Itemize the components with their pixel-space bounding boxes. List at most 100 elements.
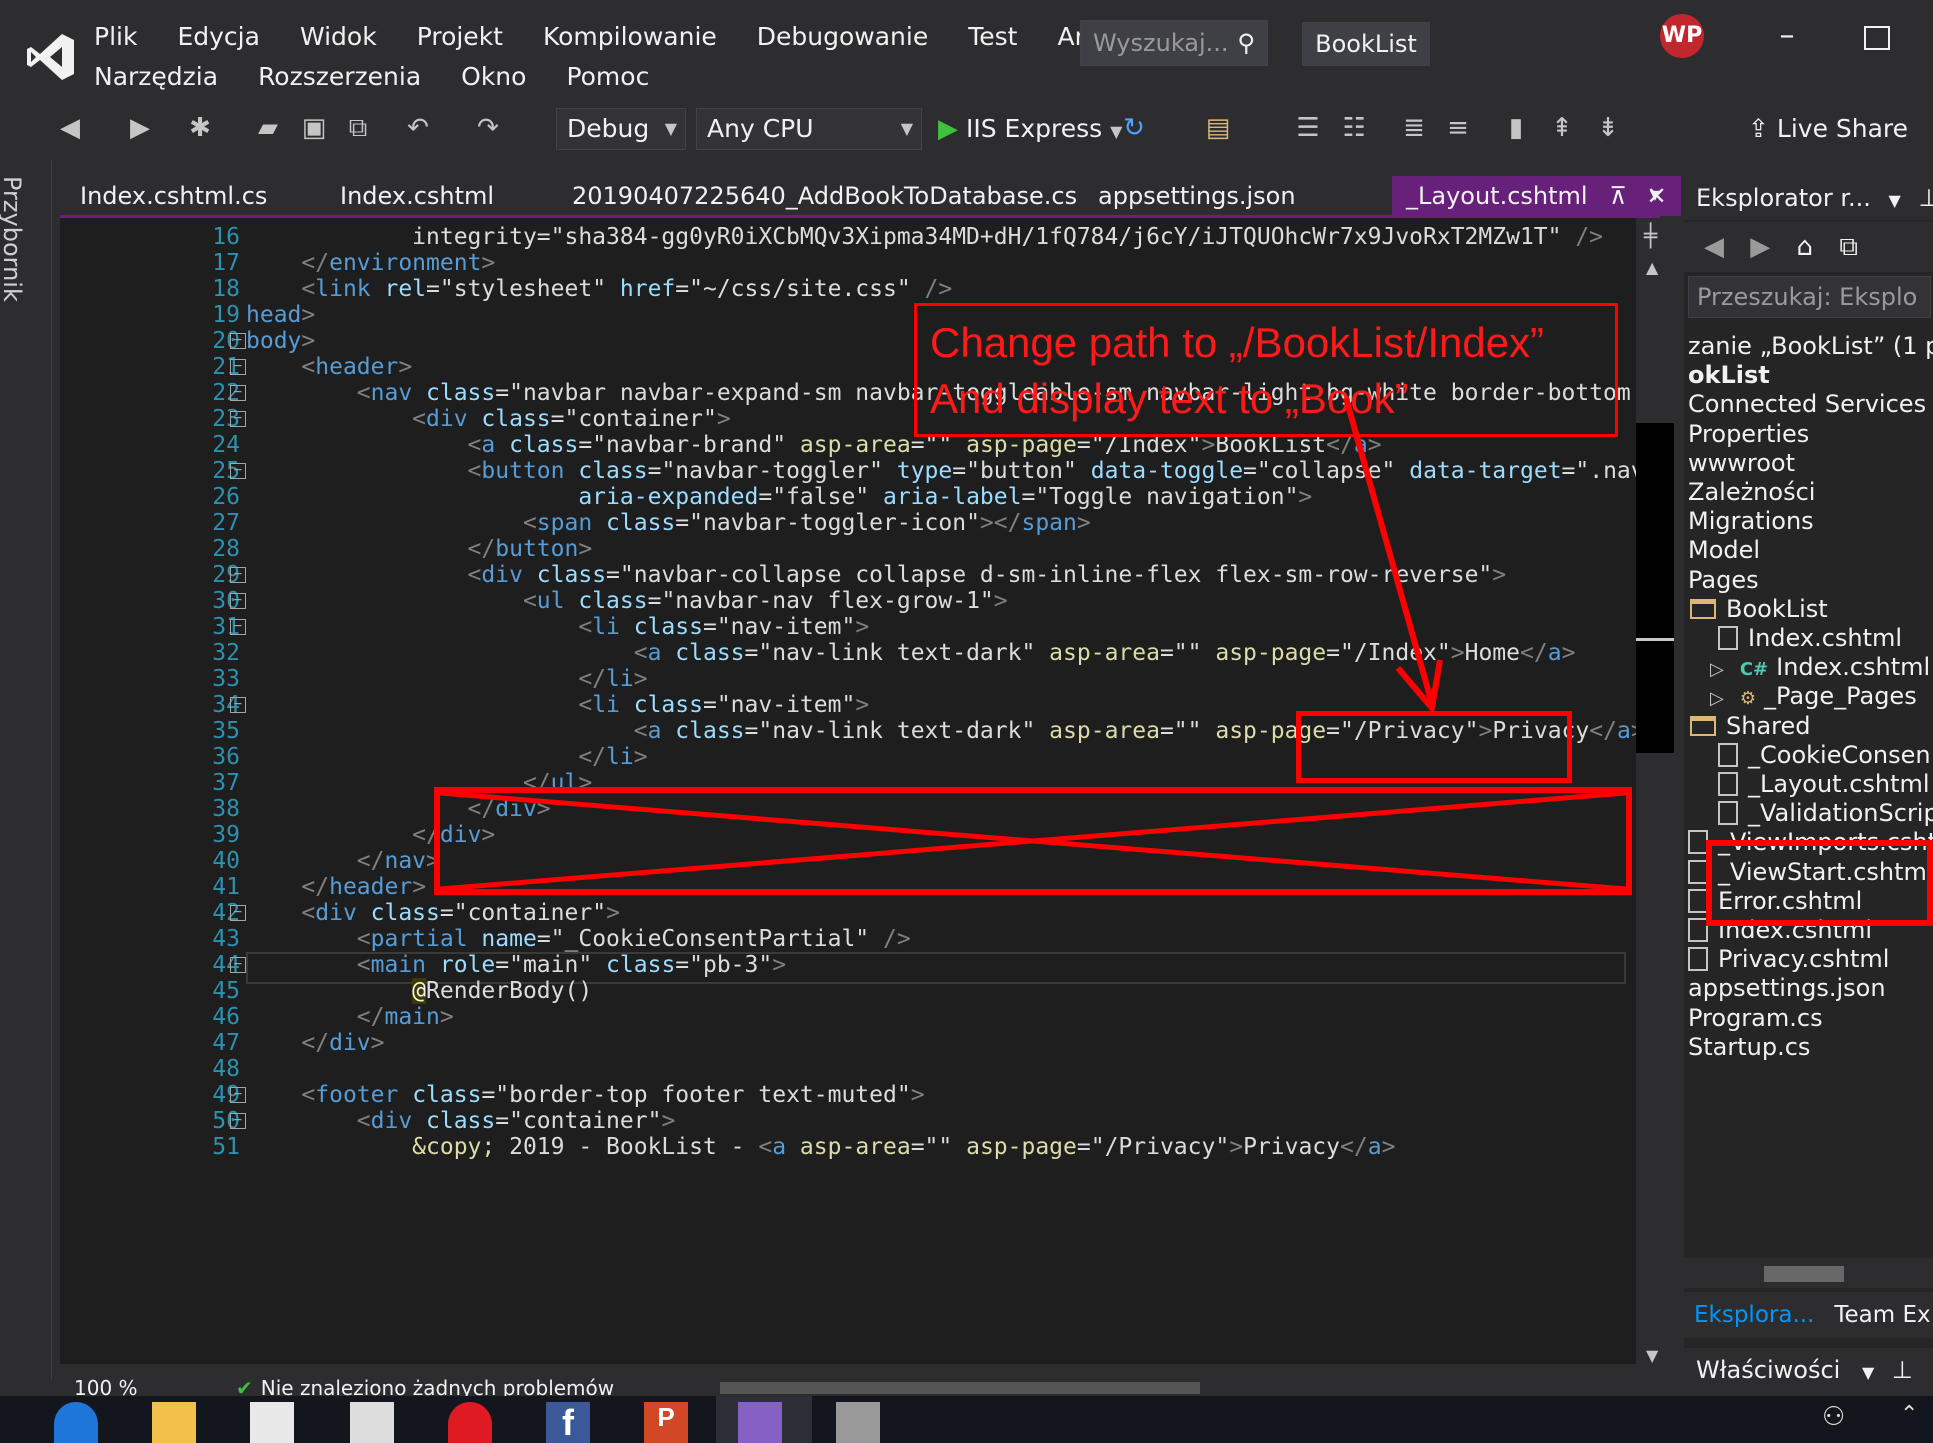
solution-tree-item[interactable]: Program.cs: [1688, 1004, 1823, 1032]
file-explorer-icon[interactable]: [152, 1402, 196, 1443]
tab-team-explorer[interactable]: Team Ex...: [1814, 1302, 1933, 1328]
chevron-down-icon[interactable]: ▼: [1862, 1363, 1874, 1382]
expand-icon[interactable]: ▷: [1710, 659, 1724, 680]
powerpoint-icon[interactable]: P: [644, 1402, 688, 1443]
solution-tree-item[interactable]: Model: [1688, 536, 1760, 564]
menu-item[interactable]: Projekt: [417, 22, 503, 51]
pin-icon[interactable]: ⊥: [1892, 1356, 1913, 1384]
code-line[interactable]: </main>: [246, 1004, 454, 1030]
menu-item[interactable]: Debugowanie: [757, 22, 928, 51]
save-all-icon[interactable]: ⧉: [340, 108, 376, 148]
code-line[interactable]: <div class="container">: [246, 406, 731, 432]
menu-item[interactable]: Okno: [461, 62, 526, 91]
code-line[interactable]: </li>: [246, 666, 647, 692]
live-share-button[interactable]: ⇪ Live Share: [1748, 108, 1908, 150]
code-line[interactable]: head>: [246, 302, 315, 328]
code-line[interactable]: <button class="navbar-toggler" type="but…: [246, 458, 1636, 484]
collapse-icon[interactable]: −: [230, 905, 246, 921]
code-line[interactable]: aria-expanded="false" aria-label="Toggle…: [246, 484, 1312, 510]
solution-tree-item[interactable]: ▷ ⚙ _Page_Pages: [1710, 682, 1917, 710]
solution-tree-item[interactable]: Index.cshtml: [1718, 624, 1902, 652]
scrollbar-thumb[interactable]: [1636, 423, 1674, 753]
collapse-icon[interactable]: −: [230, 567, 246, 583]
tab-layout-cshtml[interactable]: _Layout.cshtml ⊼ ✕: [1392, 176, 1681, 216]
collapse-icon[interactable]: −: [230, 333, 246, 349]
uncomment-icon[interactable]: ≡: [1440, 108, 1476, 148]
menu-item[interactable]: Kompilowanie: [543, 22, 717, 51]
menu-item[interactable]: Pomoc: [566, 62, 649, 91]
code-line[interactable]: <header>: [246, 354, 412, 380]
open-folder-icon[interactable]: ▰: [250, 108, 286, 148]
collapse-icon[interactable]: −: [230, 359, 246, 375]
pin-icon[interactable]: ⊼: [1609, 182, 1627, 210]
menu-item[interactable]: Test: [968, 22, 1017, 51]
solution-search-input[interactable]: Przeszukaj: Eksplo: [1688, 276, 1931, 318]
tab-solution-explorer[interactable]: Eksplora...: [1684, 1302, 1814, 1328]
solution-tree-item[interactable]: _ValidationScrip: [1718, 799, 1933, 827]
tab-index-cshtml[interactable]: Index.cshtml: [340, 176, 494, 216]
collapse-icon[interactable]: −: [230, 1113, 246, 1129]
code-line[interactable]: <div class="container">: [246, 900, 620, 926]
forward-icon[interactable]: ▶: [1750, 232, 1770, 262]
tab-migration[interactable]: 20190407225640_AddBookToDatabase.cs: [572, 176, 1077, 216]
code-line[interactable]: <li class="nav-item">: [246, 614, 869, 640]
code-line[interactable]: &copy; 2019 - BookList - <a asp-area="" …: [246, 1134, 1395, 1160]
app-icon[interactable]: [836, 1402, 880, 1443]
visual-studio-icon[interactable]: [738, 1402, 782, 1443]
scroll-down-icon[interactable]: ▼: [1646, 1346, 1658, 1365]
indent-icon[interactable]: ☰: [1290, 108, 1326, 148]
new-project-icon[interactable]: ✱: [182, 108, 218, 148]
collapse-icon[interactable]: −: [230, 463, 246, 479]
code-line[interactable]: <a class="nav-link text-dark" asp-area="…: [246, 640, 1576, 666]
code-line[interactable]: </nav>: [246, 848, 440, 874]
undo-icon[interactable]: ↶: [400, 108, 436, 148]
code-line[interactable]: <ul class="navbar-nav flex-grow-1">: [246, 588, 1008, 614]
solution-tree-item[interactable]: Connected Services: [1688, 390, 1926, 418]
run-button[interactable]: ▶ IIS Express ▼: [938, 108, 1122, 150]
facebook-icon[interactable]: f: [546, 1402, 590, 1443]
pin-icon[interactable]: ⊥: [1918, 184, 1933, 212]
solution-tree-item[interactable]: zanie „BookList” (1 pro: [1688, 332, 1933, 360]
menu-item[interactable]: Widok: [300, 22, 377, 51]
expand-icon[interactable]: ▷: [1710, 688, 1724, 709]
code-line[interactable]: </div>: [246, 1030, 384, 1056]
code-line[interactable]: </button>: [246, 536, 593, 562]
editor-horizontal-scrollbar[interactable]: [720, 1382, 1200, 1394]
code-line[interactable]: <span class="navbar-toggler-icon"></span…: [246, 510, 1091, 536]
configuration-select[interactable]: Debug ▼: [556, 108, 686, 150]
opera-icon[interactable]: [448, 1402, 492, 1443]
solution-tree-item[interactable]: Shared: [1690, 712, 1811, 740]
code-line[interactable]: @RenderBody(): [246, 978, 592, 1004]
back-icon[interactable]: ◀: [1704, 232, 1724, 262]
avatar[interactable]: WP: [1660, 14, 1704, 58]
tab-index-cshtml-cs[interactable]: Index.cshtml.cs: [80, 176, 267, 216]
search-input[interactable]: Wyszukaj... ⚲: [1080, 20, 1268, 66]
code-line[interactable]: <li class="nav-item">: [246, 692, 869, 718]
collapse-icon[interactable]: −: [230, 593, 246, 609]
code-line[interactable]: <footer class="border-top footer text-mu…: [246, 1082, 924, 1108]
back-icon[interactable]: ◀: [52, 108, 88, 148]
code-line[interactable]: <partial name="_CookieConsentPartial" />: [246, 926, 911, 952]
solution-horizontal-scrollbar[interactable]: [1684, 1258, 1933, 1288]
save-icon[interactable]: ▣: [296, 108, 332, 148]
home-icon[interactable]: ⌂: [1797, 232, 1814, 262]
platform-select[interactable]: Any CPU ▼: [696, 108, 922, 150]
next-bookmark-icon[interactable]: ⇟: [1590, 108, 1626, 148]
solution-tree-item[interactable]: BookList: [1690, 595, 1828, 623]
solution-tree-item[interactable]: ▷ C# Index.cshtml: [1710, 653, 1930, 681]
scroll-up-icon[interactable]: ▲: [1646, 258, 1658, 277]
menu-item[interactable]: Rozszerzenia: [258, 62, 421, 91]
outdent-icon[interactable]: ☷: [1336, 108, 1372, 148]
solution-tree-item[interactable]: Privacy.cshtml: [1688, 945, 1889, 973]
edge-icon[interactable]: [54, 1402, 98, 1443]
sync-icon[interactable]: ⧉: [1839, 232, 1858, 262]
menu-item[interactable]: Edycja: [177, 22, 259, 51]
code-line[interactable]: body>: [246, 328, 315, 354]
menu-item[interactable]: Narzędzia: [94, 62, 218, 91]
browse-icon[interactable]: ▤: [1200, 108, 1236, 148]
split-icon[interactable]: ╪: [1644, 224, 1657, 249]
solution-tree-item[interactable]: _Layout.cshtml: [1718, 770, 1930, 798]
menu-item[interactable]: Plik: [94, 22, 137, 51]
store-icon[interactable]: [250, 1402, 294, 1443]
collapse-icon[interactable]: −: [230, 411, 246, 427]
